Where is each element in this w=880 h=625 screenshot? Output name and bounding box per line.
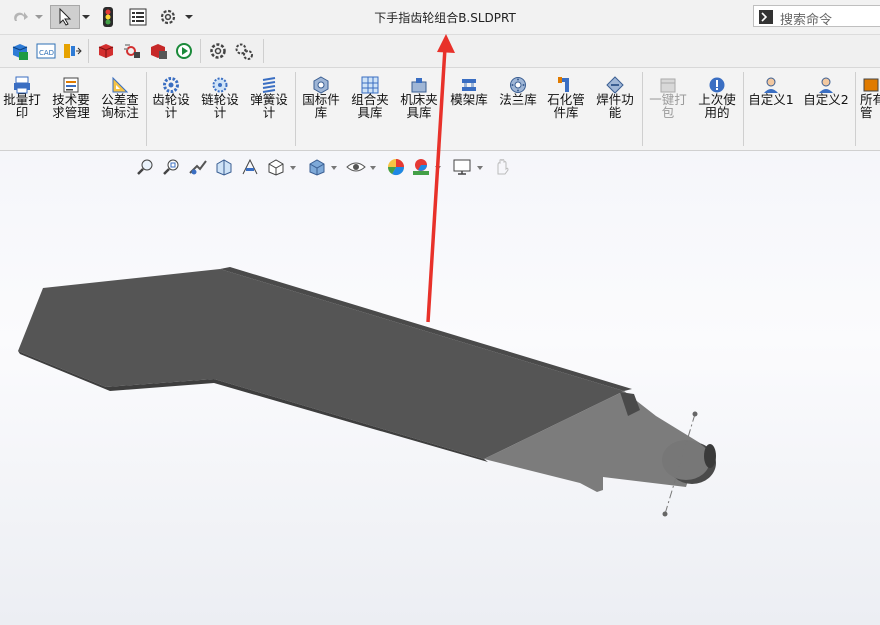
convert-icon[interactable] bbox=[62, 41, 82, 61]
custom2-button[interactable]: 自定义2 bbox=[801, 68, 851, 150]
title-bar: 下手指齿轮组合B.SLDPRT 搜索命令 bbox=[0, 0, 880, 35]
machine-fixture-button[interactable]: 机床夹 具库 bbox=[396, 68, 442, 150]
motion-icon[interactable] bbox=[122, 41, 142, 61]
gears-icon[interactable] bbox=[234, 41, 254, 61]
spring-design-button[interactable]: 弹簧设 计 bbox=[246, 68, 292, 150]
cad-icon[interactable]: CAD bbox=[36, 41, 56, 61]
search-input[interactable]: 搜索命令 bbox=[753, 5, 880, 28]
weldment-button[interactable]: 焊件功 能 bbox=[592, 68, 638, 150]
gear-icon[interactable] bbox=[208, 41, 228, 61]
properties-icon[interactable] bbox=[128, 5, 148, 29]
gear-design-button[interactable]: 齿轮设 计 bbox=[149, 68, 193, 150]
ribbon-separator bbox=[146, 72, 147, 146]
pipe-fitting-button[interactable]: 石化管 件库 bbox=[543, 68, 589, 150]
ribbon-separator bbox=[743, 72, 744, 146]
all-manage-button[interactable]: 所有 管 bbox=[858, 68, 880, 150]
window-title: 下手指齿轮组合B.SLDPRT bbox=[374, 11, 516, 25]
red-cube-icon[interactable] bbox=[96, 41, 116, 61]
tech-requirements-button[interactable]: 技术要 求管理 bbox=[48, 68, 94, 150]
toolbar-separator bbox=[88, 39, 89, 63]
command-prompt-icon bbox=[759, 9, 773, 28]
command-ribbon: 批量打 印 技术要 求管理 公差查 询标注 齿轮设 计 链轮设 计 弹簧设 计 … bbox=[0, 68, 880, 151]
settings-dropdown-icon[interactable] bbox=[184, 5, 194, 29]
graphics-viewport[interactable] bbox=[0, 151, 880, 625]
traffic-light-icon[interactable] bbox=[98, 5, 118, 29]
toolbar-separator bbox=[263, 39, 264, 63]
select-dropdown-icon[interactable] bbox=[81, 5, 91, 29]
svg-text:CAD: CAD bbox=[39, 49, 54, 57]
batch-print-button[interactable]: 批量打 印 bbox=[0, 68, 44, 150]
standard-parts-button[interactable]: 国标件 库 bbox=[298, 68, 344, 150]
ribbon-separator bbox=[295, 72, 296, 146]
toolbar-separator bbox=[200, 39, 201, 63]
secondary-toolbar: CAD bbox=[0, 35, 880, 68]
flange-button[interactable]: 法兰库 bbox=[495, 68, 541, 150]
sprocket-design-button[interactable]: 链轮设 计 bbox=[197, 68, 243, 150]
redo-icon[interactable] bbox=[8, 5, 32, 29]
ribbon-separator bbox=[855, 72, 856, 146]
fixture-library-button[interactable]: 组合夹 具库 bbox=[347, 68, 393, 150]
play-icon[interactable] bbox=[174, 41, 194, 61]
custom1-button[interactable]: 自定义1 bbox=[746, 68, 796, 150]
settings-gear-icon[interactable] bbox=[158, 5, 178, 29]
ribbon-separator bbox=[642, 72, 643, 146]
cube-edit-icon[interactable] bbox=[148, 41, 168, 61]
redo-dropdown-icon[interactable] bbox=[34, 5, 44, 29]
pack-button[interactable]: 一键打 包 bbox=[645, 68, 691, 150]
tolerance-button[interactable]: 公差查 询标注 bbox=[97, 68, 143, 150]
recent-button[interactable]: 上次使 用的 bbox=[694, 68, 740, 150]
part-model[interactable] bbox=[0, 151, 880, 625]
select-pointer-icon[interactable] bbox=[50, 5, 80, 29]
search-placeholder: 搜索命令 bbox=[780, 13, 833, 28]
mold-base-button[interactable]: 模架库 bbox=[446, 68, 492, 150]
cube-save-icon[interactable] bbox=[10, 41, 30, 61]
